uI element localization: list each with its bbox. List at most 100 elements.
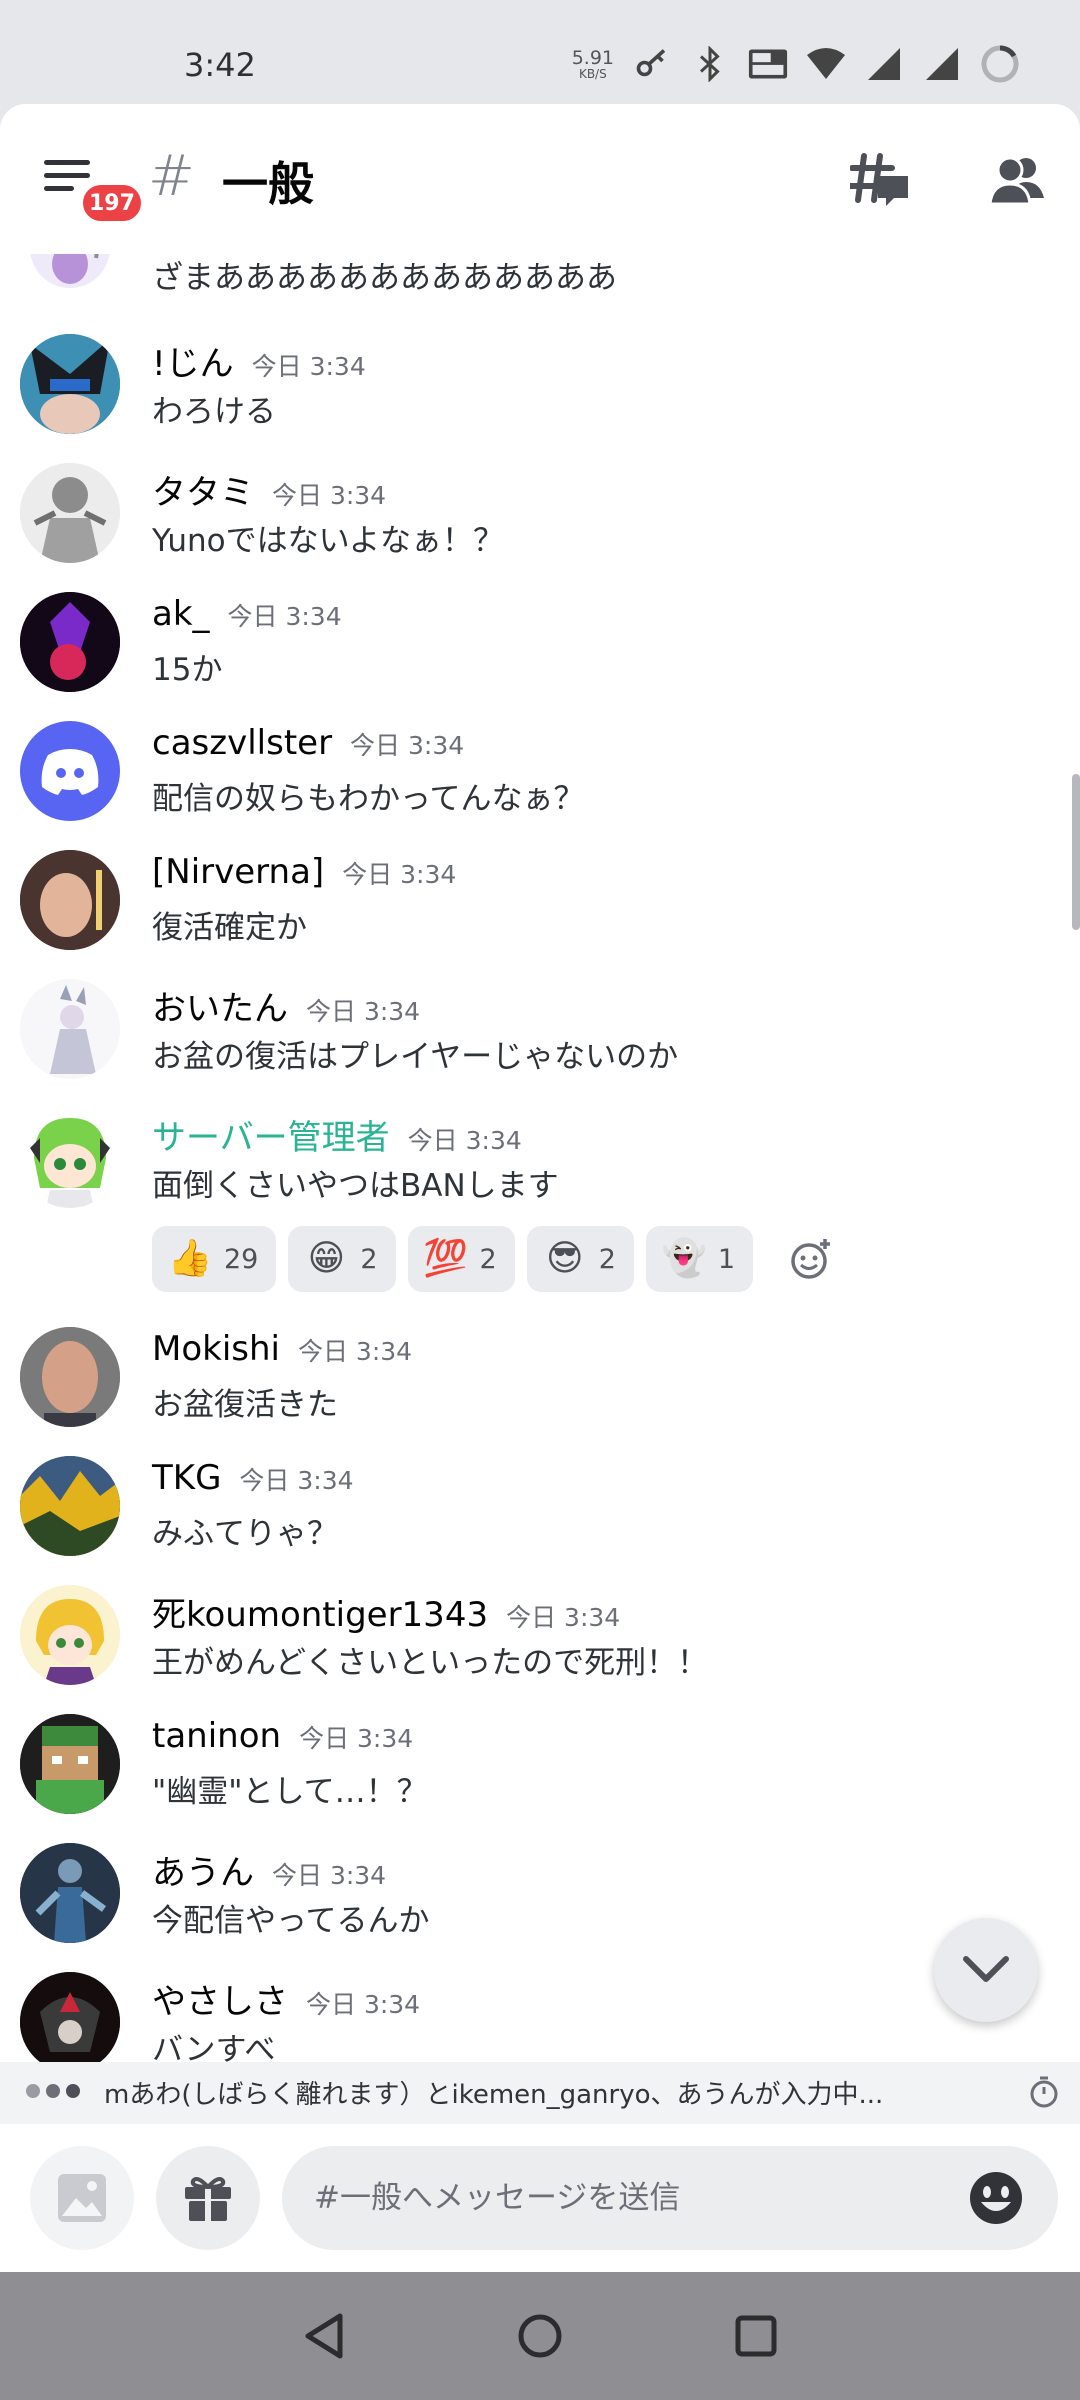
- app-window: 197 # 一般 ざまあああああああああああああ !じん 今日 3:34 わろけ…: [0, 104, 1080, 2272]
- message-timestamp: 今日 3:34: [342, 860, 457, 889]
- avatar[interactable]: [20, 334, 120, 434]
- message-timestamp: 今日 3:34: [306, 997, 421, 1026]
- username[interactable]: タタミ 今日 3:34: [152, 465, 386, 514]
- username-text[interactable]: !じん: [152, 344, 234, 384]
- slowmode-timer-icon[interactable]: [1026, 2074, 1062, 2110]
- sunglasses-icon: 😎: [545, 1238, 584, 1279]
- scrollbar[interactable]: [1072, 774, 1080, 930]
- message-timestamp: 今日 3:34: [251, 352, 366, 381]
- avatar[interactable]: [20, 850, 120, 950]
- reaction-count: 2: [598, 1243, 616, 1275]
- attach-media-button[interactable]: [30, 2146, 134, 2250]
- username[interactable]: [Nirverna] 今日 3:34: [152, 852, 456, 892]
- typing-dots-icon: [26, 2084, 80, 2098]
- discord-logo[interactable]: [20, 721, 120, 821]
- reaction-grin[interactable]: 😁 2: [288, 1226, 396, 1292]
- message-text: 15か: [152, 652, 223, 688]
- channel-title[interactable]: 一般: [222, 148, 314, 214]
- message-timestamp: 今日 3:34: [272, 1861, 387, 1890]
- signal-icon-1: [864, 44, 904, 84]
- jump-to-latest-button[interactable]: [934, 1918, 1038, 2022]
- message-text: お盆復活きた: [152, 1387, 338, 1423]
- home-icon: [518, 2314, 562, 2358]
- username[interactable]: TKG 今日 3:34: [152, 1458, 354, 1498]
- reaction-count: 2: [360, 1243, 378, 1275]
- message-text: 王がめんどくさいといったので死刑！！: [152, 1645, 709, 1681]
- username[interactable]: caszvllster 今日 3:34: [152, 723, 464, 763]
- username-text[interactable]: caszvllster: [152, 723, 332, 763]
- typing-text: mあわ(しばらく離れます）とikemen_ganryo、あうんが入力中...: [104, 2080, 884, 2110]
- ghost-icon: 👻: [661, 1238, 707, 1279]
- status-time: 3:42: [184, 46, 256, 84]
- username-text[interactable]: ak_: [152, 594, 210, 634]
- chevron-down-icon: [963, 1956, 1009, 1982]
- username[interactable]: taninon 今日 3:34: [152, 1716, 413, 1756]
- grin-icon: 😁: [307, 1238, 346, 1279]
- username-text[interactable]: TKG: [152, 1458, 221, 1498]
- reaction-ghost[interactable]: 👻 1: [645, 1226, 754, 1292]
- avatar[interactable]: [20, 1456, 120, 1556]
- gift-button[interactable]: [156, 2146, 260, 2250]
- username[interactable]: ak_ 今日 3:34: [152, 594, 342, 634]
- username-text[interactable]: サーバー管理者: [152, 1118, 390, 1158]
- avatar[interactable]: [20, 463, 120, 563]
- status-bar: 3:42 5.91 KB/S: [0, 0, 1080, 104]
- reaction-count: 2: [479, 1243, 497, 1275]
- avatar[interactable]: [20, 1714, 120, 1814]
- message-timestamp: 今日 3:34: [239, 1466, 354, 1495]
- username[interactable]: あうん 今日 3:34: [152, 1845, 386, 1894]
- avatar[interactable]: [20, 1972, 120, 2072]
- message-timestamp: 今日 3:34: [306, 1990, 421, 2019]
- username[interactable]: やさしさ 今日 3:34: [152, 1974, 420, 2023]
- avatar[interactable]: [20, 1327, 120, 1427]
- reaction-thumbs-up[interactable]: 👍 29: [152, 1226, 277, 1292]
- volte-icon: [748, 44, 788, 84]
- avatar[interactable]: [20, 1585, 120, 1685]
- thumbs-up-icon: 👍: [167, 1238, 213, 1279]
- username-text[interactable]: やさしさ: [152, 1982, 288, 2022]
- username-text[interactable]: 死koumontiger1343: [152, 1595, 488, 1635]
- avatar[interactable]: [20, 592, 120, 692]
- emoji-button[interactable]: [966, 2168, 1026, 2228]
- message-text: "幽霊"として…！？: [152, 1774, 428, 1810]
- message-timestamp: 今日 3:34: [272, 481, 387, 510]
- message-text: Yunoではないよなぁ！？: [152, 523, 505, 559]
- username-text[interactable]: Mokishi: [152, 1329, 280, 1369]
- username-text[interactable]: タタミ: [152, 473, 254, 513]
- username-text[interactable]: あうん: [152, 1853, 254, 1893]
- image-icon: [58, 2174, 106, 2222]
- bluetooth-icon: [690, 44, 730, 84]
- back-button[interactable]: [296, 2308, 352, 2364]
- username[interactable]: おいたん 今日 3:34: [152, 981, 420, 1030]
- username-text[interactable]: taninon: [152, 1716, 281, 1756]
- avatar[interactable]: [20, 1108, 120, 1208]
- message-list[interactable]: ざまあああああああああああああ !じん 今日 3:34 わろける タタミ 今日 3:…: [0, 254, 1080, 2164]
- members-button[interactable]: [986, 150, 1048, 212]
- add-reaction-button[interactable]: [783, 1231, 839, 1287]
- recents-button[interactable]: [728, 2308, 784, 2364]
- dragon-avatar[interactable]: [30, 254, 110, 288]
- message-timestamp: 今日 3:34: [350, 731, 465, 760]
- message-text: 復活確定か: [152, 910, 307, 946]
- message-text: お盆の復活はプレイヤーじゃないのか: [152, 1039, 679, 1075]
- message-timestamp: 今日 3:34: [297, 1337, 413, 1366]
- avatar[interactable]: [20, 979, 120, 1079]
- reaction-hundred[interactable]: 💯 2: [407, 1226, 515, 1292]
- username-text[interactable]: おいたん: [152, 989, 288, 1029]
- message-input[interactable]: [282, 2146, 1058, 2250]
- network-speed-unit: KB/S: [578, 66, 607, 81]
- username[interactable]: !じん 今日 3:34: [152, 336, 366, 385]
- reaction-sunglasses[interactable]: 😎 2: [526, 1226, 634, 1292]
- username[interactable]: サーバー管理者 今日 3:34: [152, 1110, 522, 1159]
- username-text[interactable]: [Nirverna]: [152, 852, 324, 892]
- username[interactable]: 死koumontiger1343 今日 3:34: [152, 1587, 620, 1636]
- home-button[interactable]: [512, 2308, 568, 2364]
- message-text: 配信の奴らもわかってんなぁ？: [152, 781, 585, 817]
- reaction-bar: 👍 29 😁 2 💯 2 😎 2 👻 1: [152, 1226, 839, 1292]
- message-composer: [0, 2124, 1080, 2272]
- threads-button[interactable]: [847, 150, 912, 212]
- avatar[interactable]: [20, 1843, 120, 1943]
- gift-icon: [185, 2177, 231, 2221]
- username[interactable]: Mokishi 今日 3:34: [152, 1329, 412, 1369]
- channel-hash-icon: #: [148, 144, 195, 209]
